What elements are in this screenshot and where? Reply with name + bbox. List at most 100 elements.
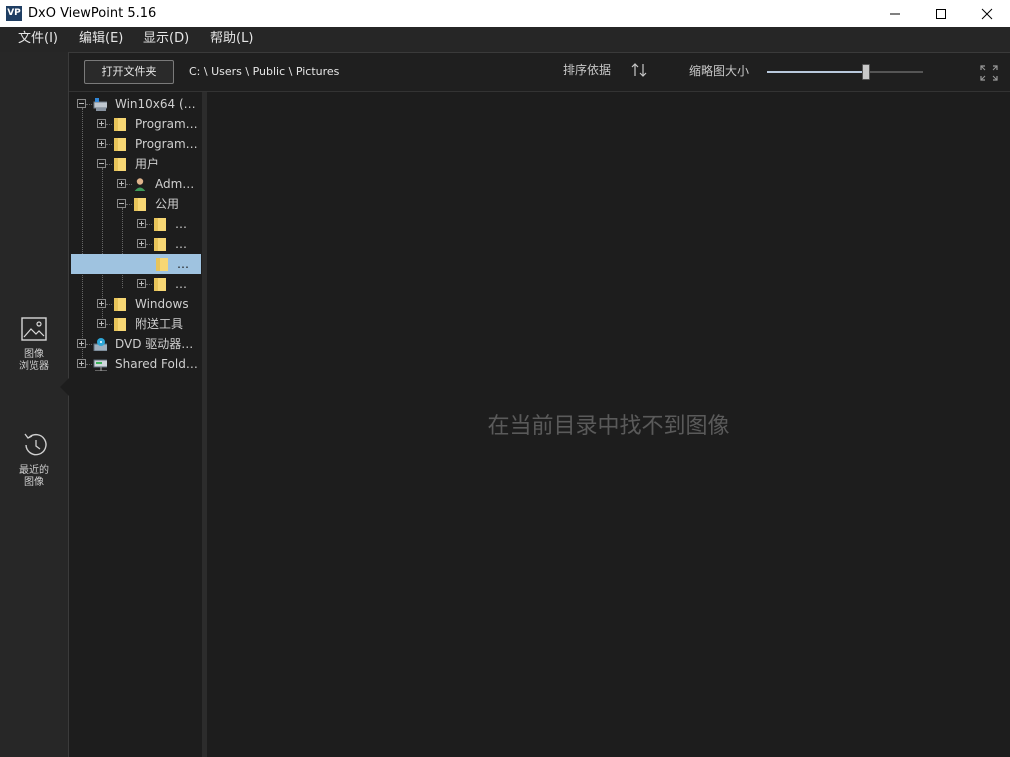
tree-item[interactable]: Shared Fold… [69,354,202,374]
close-button[interactable] [964,0,1010,27]
sort-arrows-icon[interactable] [630,62,648,78]
folder-icon [114,298,126,311]
expand-icon[interactable] [137,279,146,288]
menu-bar: 文件(I) 编辑(E) 显示(D) 帮助(L) [0,27,1010,53]
minimize-icon [890,13,900,15]
image-icon [21,317,47,341]
tree-item[interactable]: … [69,214,202,234]
history-clock-icon [24,433,47,456]
tree-connector [106,144,112,145]
fullscreen-icon[interactable] [980,65,998,81]
tree-item[interactable]: Adm… [69,174,202,194]
menu-view[interactable]: 显示(D) [143,31,189,47]
tree-item-label: Windows [135,297,189,311]
nav-recent-images-label: 最近的 图像 [19,465,49,488]
open-folder-button[interactable]: 打开文件夹 [84,60,174,84]
folder-icon [114,318,126,331]
sort-by-label: 排序依据 [563,63,612,77]
nav-image-browser[interactable]: 图像 浏览器 [0,315,68,373]
folder-tree: Win10x64 (… Program… Program… 用户 Adm… 公用 … … … … W… [69,92,202,757]
active-nav-pointer [60,378,69,396]
tree-item[interactable]: 公用 [69,194,202,214]
menu-edit[interactable]: 编辑(E) [79,31,123,47]
tree-item-label: Program… [135,117,198,131]
expand-icon[interactable] [97,319,106,328]
tree-item-label: … [177,257,189,271]
expand-icon[interactable] [137,219,146,228]
collapse-icon[interactable] [77,99,86,108]
maximize-icon [936,9,946,19]
tree-connector [86,104,92,105]
tree-item-label: 附送工具 [135,317,184,331]
slider-fill [767,71,866,73]
folder-icon [134,198,146,211]
tree-item-label: Shared Fold… [115,357,198,371]
tree-connector [106,324,112,325]
tree-item[interactable]: … [71,254,201,274]
left-nav: 图像 浏览器 最近的 图像 [0,52,69,757]
tree-connector [146,244,152,245]
tree-item[interactable]: Windows [69,294,202,314]
folder-icon [156,258,168,271]
tree-item-label: … [175,217,187,231]
expand-icon[interactable] [77,339,86,348]
app-logo-icon: VP [6,6,22,21]
folder-icon [114,118,126,131]
tree-connector [86,344,92,345]
user-icon [134,178,146,191]
tree-item-label: … [175,277,187,291]
tree-item[interactable]: … [69,274,202,294]
tree-connector [106,124,112,125]
tree-connector [126,184,132,185]
expand-icon[interactable] [97,299,106,308]
expand-icon[interactable] [137,239,146,248]
tree-item[interactable]: Program… [69,114,202,134]
collapse-icon[interactable] [97,159,106,168]
collapse-icon[interactable] [117,199,126,208]
nav-recent-images[interactable]: 最近的 图像 [0,431,68,489]
folder-icon [114,158,126,171]
tree-item-label: 用户 [135,157,160,171]
tree-connector [86,364,92,365]
thumbnail-size-label: 缩略图大小 [689,64,750,78]
dvd-drive-icon [93,338,107,351]
folder-icon [154,238,166,251]
folder-icon [154,218,166,231]
current-path: C: \ Users \ Public \ Pictures [189,65,340,78]
computer-icon [93,98,107,111]
expand-icon[interactable] [97,119,106,128]
tree-item-label: Adm… [155,177,195,191]
menu-file[interactable]: 文件(I) [18,31,58,47]
tree-item[interactable]: … [69,234,202,254]
tree-connector [106,164,112,165]
empty-message: 在当前目录中找不到图像 [487,414,730,439]
tree-item[interactable]: 用户 [69,154,202,174]
network-drive-icon [93,359,107,371]
expand-icon[interactable] [97,139,106,148]
menu-help[interactable]: 帮助(L) [210,31,253,47]
tree-connector [126,204,132,205]
window-title: DxO ViewPoint 5.16 [28,6,157,21]
toolbar: 打开文件夹 C: \ Users \ Public \ Pictures 排序依… [69,53,1010,92]
folder-icon [114,138,126,151]
expand-icon[interactable] [77,359,86,368]
title-bar: VP DxO ViewPoint 5.16 [0,0,1010,27]
tree-connector [146,224,152,225]
tree-item-label: Program… [135,137,198,151]
tree-item-label: DVD 驱动器… [115,337,194,351]
thumbnail-size-slider[interactable] [767,64,923,80]
folder-icon [154,278,166,291]
nav-image-browser-label: 图像 浏览器 [19,349,49,372]
tree-item[interactable]: 附送工具 [69,314,202,334]
tree-item-label: Win10x64 (… [115,97,196,111]
tree-connector [106,304,112,305]
tree-item[interactable]: Program… [69,134,202,154]
expand-icon[interactable] [117,179,126,188]
tree-item-label: … [175,237,187,251]
slider-handle[interactable] [862,64,871,80]
minimize-button[interactable] [872,0,918,27]
image-content-area: 在当前目录中找不到图像 [207,92,1010,757]
tree-item[interactable]: DVD 驱动器… [69,334,202,354]
maximize-button[interactable] [918,0,964,27]
tree-item[interactable]: Win10x64 (… [69,94,202,114]
